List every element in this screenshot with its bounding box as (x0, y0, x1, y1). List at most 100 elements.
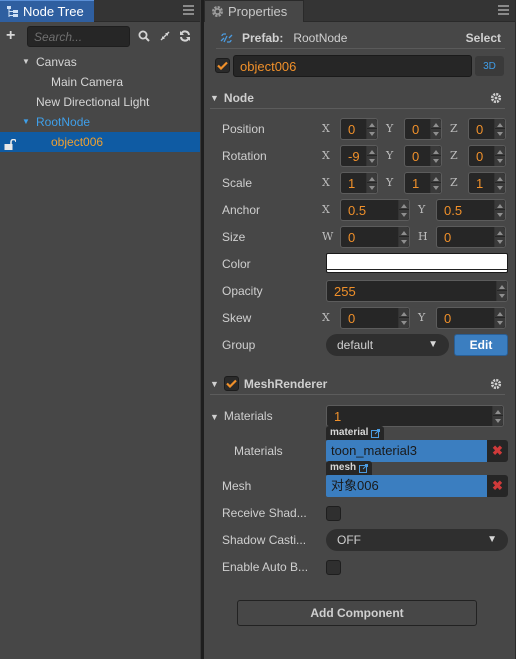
position-z-input[interactable] (469, 119, 494, 139)
stepper[interactable] (494, 200, 505, 220)
add-component-button[interactable]: Add Component (237, 600, 477, 626)
tree-item-directional-light[interactable]: New Directional Light (0, 92, 200, 112)
mesh-asset-value[interactable]: 对象006 (326, 475, 487, 497)
tree-item-main-camera[interactable]: Main Camera (0, 72, 200, 92)
position-x-field[interactable] (340, 118, 378, 140)
stepper[interactable] (430, 173, 441, 193)
stepper[interactable] (366, 146, 377, 166)
tree-item-rootnode[interactable]: ▼ RootNode (0, 112, 200, 132)
material-asset-field[interactable]: material toon_material3 ✖ (326, 426, 508, 462)
stepper[interactable] (430, 119, 441, 139)
anchor-y-field[interactable] (436, 199, 506, 221)
stepper[interactable] (496, 281, 507, 301)
skew-y-field[interactable] (436, 307, 506, 329)
enable-auto-batch-row: Enable Auto B... (222, 556, 505, 578)
receive-shadows-checkbox[interactable] (326, 506, 341, 521)
node-active-checkbox[interactable] (215, 58, 230, 73)
opacity-input[interactable] (327, 281, 496, 301)
material-asset-value[interactable]: toon_material3 (326, 440, 487, 462)
section-title: Node (223, 90, 254, 105)
collapse-arrow-icon[interactable]: ▼ (210, 93, 219, 103)
anchor-row: Anchor X Y (222, 199, 506, 221)
skew-y-input[interactable] (437, 308, 494, 328)
tab-properties[interactable]: Properties (204, 0, 304, 22)
search-input[interactable] (27, 26, 130, 47)
rotation-x-field[interactable] (340, 145, 378, 167)
meshrenderer-section-header[interactable]: ▼ MeshRenderer (210, 373, 505, 395)
expand-arrow-icon[interactable]: ▼ (22, 112, 30, 132)
scale-z-input[interactable] (469, 173, 494, 193)
toggle-3d-button[interactable]: 3D (475, 56, 504, 76)
search-icon[interactable] (137, 29, 151, 43)
tree-item-object006[interactable]: object006 (0, 132, 200, 152)
size-w-input[interactable] (341, 227, 398, 247)
skew-x-field[interactable] (340, 307, 410, 329)
stepper[interactable] (492, 406, 503, 426)
gear-icon[interactable] (490, 92, 502, 104)
expand-arrow-icon[interactable]: ▼ (22, 52, 30, 72)
shadow-casting-row: Shadow Casti... OFF ▼ (222, 529, 508, 551)
group-dropdown[interactable]: default ▼ (326, 334, 449, 356)
tree-item-canvas[interactable]: ▼ Canvas (0, 52, 200, 72)
stepper[interactable] (398, 200, 409, 220)
scale-x-field[interactable] (340, 172, 378, 194)
materials-count-input[interactable] (327, 406, 492, 426)
skew-x-input[interactable] (341, 308, 398, 328)
anchor-x-input[interactable] (341, 200, 398, 220)
stepper[interactable] (398, 227, 409, 247)
scale-z-field[interactable] (468, 172, 506, 194)
enable-auto-batch-checkbox[interactable] (326, 560, 341, 575)
tab-node-tree[interactable]: Node Tree (0, 0, 94, 22)
rotation-x-input[interactable] (341, 146, 366, 166)
panel-menu-icon[interactable] (183, 4, 194, 16)
size-h-field[interactable] (436, 226, 506, 248)
panel-menu-icon[interactable] (498, 4, 509, 16)
tree-toolbar: + (0, 25, 200, 49)
stepper[interactable] (398, 308, 409, 328)
shadow-casting-dropdown[interactable]: OFF ▼ (326, 529, 508, 551)
add-node-button[interactable]: + (6, 28, 15, 44)
stepper[interactable] (366, 173, 377, 193)
size-w-field[interactable] (340, 226, 410, 248)
size-h-input[interactable] (437, 227, 494, 247)
stepper[interactable] (430, 146, 441, 166)
group-edit-button[interactable]: Edit (454, 334, 508, 356)
node-name-input[interactable] (233, 55, 472, 77)
stepper[interactable] (494, 146, 505, 166)
gear-icon[interactable] (490, 378, 502, 390)
scale-y-input[interactable] (405, 173, 430, 193)
rotation-y-field[interactable] (404, 145, 442, 167)
collapse-arrow-icon[interactable]: ▼ (210, 379, 219, 389)
position-y-input[interactable] (405, 119, 430, 139)
refresh-icon[interactable] (178, 29, 192, 43)
unlock-icon[interactable] (4, 136, 17, 156)
collapse-arrow-icon[interactable]: ▼ (210, 412, 219, 422)
meshrenderer-enabled-checkbox[interactable] (223, 376, 239, 391)
rotation-z-field[interactable] (468, 145, 506, 167)
node-section-header[interactable]: ▼ Node (210, 87, 505, 109)
stepper[interactable] (494, 227, 505, 247)
external-link-icon (371, 428, 381, 438)
stepper[interactable] (494, 308, 505, 328)
anchor-y-input[interactable] (437, 200, 494, 220)
position-y-field[interactable] (404, 118, 442, 140)
scale-x-input[interactable] (341, 173, 366, 193)
anchor-x-field[interactable] (340, 199, 410, 221)
prefab-select-button[interactable]: Select (466, 31, 501, 45)
skew-row: Skew X Y (222, 307, 506, 329)
rotation-z-input[interactable] (469, 146, 494, 166)
position-z-field[interactable] (468, 118, 506, 140)
stepper[interactable] (366, 119, 377, 139)
opacity-field[interactable] (326, 280, 508, 302)
rotation-y-input[interactable] (405, 146, 430, 166)
stepper[interactable] (494, 119, 505, 139)
mesh-asset-field[interactable]: mesh 对象006 ✖ (326, 461, 508, 497)
materials-count-field[interactable] (326, 405, 504, 427)
remove-icon[interactable]: ✖ (487, 440, 508, 462)
collapse-all-icon[interactable] (158, 29, 172, 43)
remove-icon[interactable]: ✖ (487, 475, 508, 497)
position-x-input[interactable] (341, 119, 366, 139)
scale-y-field[interactable] (404, 172, 442, 194)
color-picker-field[interactable] (326, 253, 508, 273)
stepper[interactable] (494, 173, 505, 193)
